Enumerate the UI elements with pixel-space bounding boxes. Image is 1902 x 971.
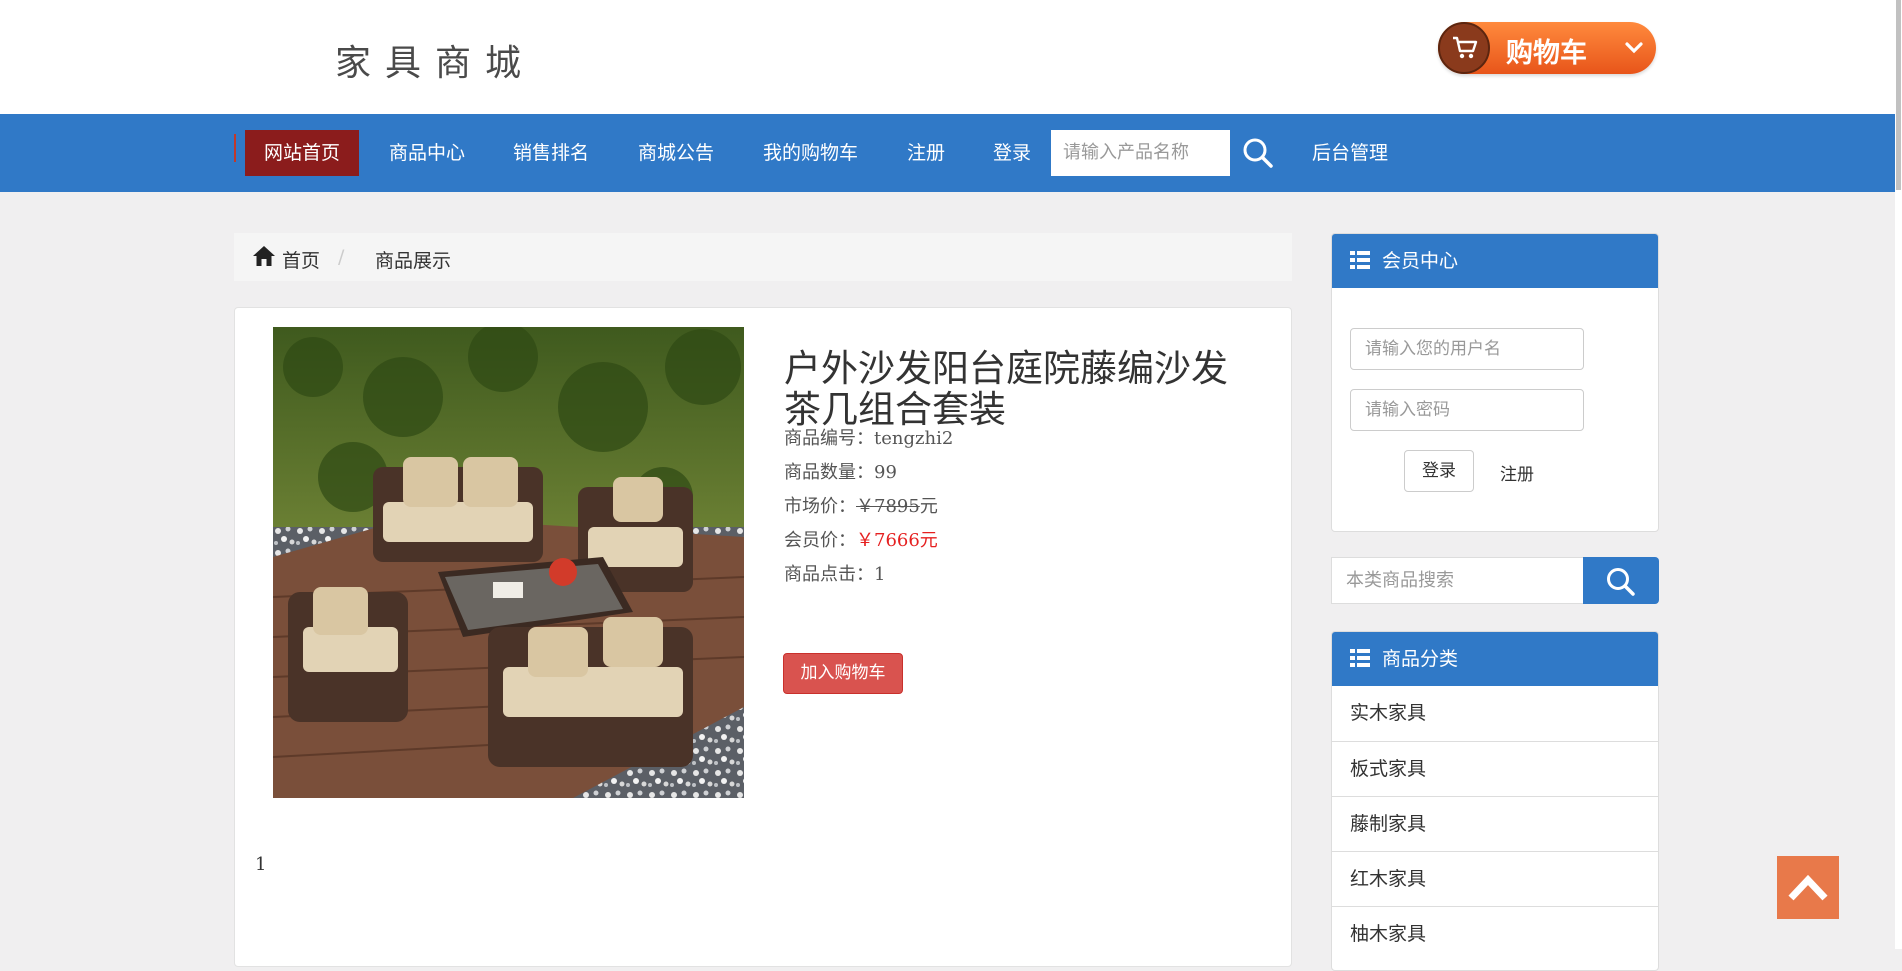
cart-button[interactable]: 购物车 [1438, 22, 1656, 74]
market-price-label: 市场价： [784, 496, 856, 517]
product-title: 户外沙发阳台庭院藤编沙发茶几组合套装 [784, 347, 1228, 431]
category-search-input[interactable]: 本类商品搜索 [1331, 557, 1590, 604]
login-button[interactable]: 登录 [1404, 450, 1474, 492]
chevron-up-icon [1788, 874, 1828, 901]
product-code-label: 商品编号： [784, 428, 874, 449]
shopping-cart-icon [1453, 36, 1478, 59]
search-icon [1607, 568, 1635, 596]
site-header: 家具商城 购物车 [0, 0, 1902, 114]
category-search-button[interactable] [1583, 557, 1659, 604]
product-code-row: 商品编号：tengzhi2 [784, 424, 953, 450]
category-item[interactable]: 板式家具 [1332, 741, 1658, 796]
member-price-row: 会员价：￥7666元 [784, 526, 938, 552]
username-input[interactable]: 请输入您的用户名 [1350, 328, 1584, 370]
member-price: ￥7666元 [856, 530, 938, 551]
outdoor-sofa-photo [273, 327, 744, 798]
product-clicks-label: 商品点击： [784, 564, 874, 585]
category-panel: 商品分类 实木家具 板式家具 藤制家具 红木家具 柚木家具 [1331, 631, 1659, 971]
member-center-header: 会员中心 [1332, 234, 1658, 288]
breadcrumb-home-link[interactable]: 首页 [282, 246, 320, 273]
member-center-title: 会员中心 [1382, 250, 1459, 272]
add-to-cart-button[interactable]: 加入购物车 [783, 653, 903, 694]
back-to-top-button[interactable] [1777, 856, 1839, 919]
product-quantity-label: 商品数量： [784, 462, 874, 483]
nav-item-home[interactable]: 网站首页 [245, 130, 360, 176]
cart-button-label: 购物车 [1506, 38, 1587, 69]
market-price-unit: 元 [919, 496, 938, 517]
product-description: 1 [255, 854, 267, 875]
nav-item-sales-ranking[interactable]: 销售排名 [494, 130, 608, 176]
site-logo[interactable]: 家具商城 [335, 34, 535, 86]
category-item[interactable]: 红木家具 [1332, 851, 1658, 906]
market-price-row: 市场价：￥7895元 [784, 492, 938, 518]
product-clicks-row: 商品点击：1 [784, 560, 885, 586]
category-title: 商品分类 [1382, 648, 1459, 670]
chevron-down-icon [1625, 42, 1643, 54]
product-quantity: 99 [874, 462, 897, 483]
product-image [273, 327, 744, 798]
list-icon [1350, 251, 1370, 269]
member-price-label: 会员价： [784, 530, 856, 551]
category-item[interactable]: 柚木家具 [1332, 906, 1658, 961]
breadcrumb-separator: / [338, 246, 345, 268]
category-header: 商品分类 [1332, 632, 1658, 686]
home-icon [253, 246, 275, 266]
category-item[interactable]: 实木家具 [1332, 686, 1658, 741]
scrollbar-thumb[interactable] [1896, 0, 1901, 190]
member-center-panel: 会员中心 请输入您的用户名 请输入密码 登录 注册 [1331, 233, 1659, 532]
nav-item-register[interactable]: 注册 [888, 130, 964, 176]
product-detail-panel: 户外沙发阳台庭院藤编沙发茶几组合套装 商品编号：tengzhi2 商品数量：99… [234, 307, 1292, 967]
product-search-input[interactable]: 请输入产品名称 [1051, 130, 1230, 176]
cart-icon-circle [1438, 22, 1490, 74]
search-icon[interactable] [1241, 136, 1275, 170]
market-price: ￥7895 [856, 496, 920, 517]
nav-item-admin[interactable]: 后台管理 [1293, 130, 1407, 176]
product-quantity-row: 商品数量：99 [784, 458, 897, 484]
main-navbar: 网站首页 商品中心 销售排名 商城公告 我的购物车 注册 登录 请输入产品名称 … [0, 114, 1895, 192]
nav-separator [234, 134, 236, 162]
category-item[interactable]: 藤制家具 [1332, 796, 1658, 851]
nav-item-announcements[interactable]: 商城公告 [619, 130, 733, 176]
nav-item-login[interactable]: 登录 [974, 130, 1050, 176]
password-input[interactable]: 请输入密码 [1350, 389, 1584, 431]
breadcrumb-current: 商品展示 [375, 250, 452, 272]
product-clicks: 1 [874, 564, 886, 585]
breadcrumb: 首页 / 商品展示 [234, 233, 1292, 281]
list-icon [1350, 649, 1370, 667]
nav-item-products[interactable]: 商品中心 [370, 130, 484, 176]
product-code: tengzhi2 [874, 428, 954, 449]
register-link[interactable]: 注册 [1500, 460, 1534, 485]
nav-item-my-cart[interactable]: 我的购物车 [744, 130, 877, 176]
